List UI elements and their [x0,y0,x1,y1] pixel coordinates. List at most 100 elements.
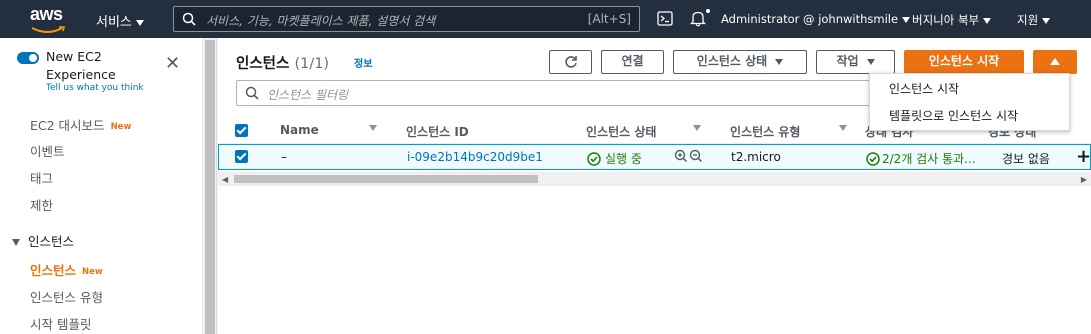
sidebar-item-events[interactable]: 이벤트 [30,141,65,160]
table-row[interactable]: – i-09e2b14b9c20d9be1 실행 중 t2.micro 2/2개… [218,144,1091,170]
caret-down-icon [12,239,20,246]
new-experience-title: New EC2 Experience [46,49,116,82]
support-menu[interactable]: 지원 [1017,12,1051,28]
cell-status-check: 2/2개 검사 통과... [866,150,976,167]
caret-down-icon [866,58,875,65]
refresh-icon [564,56,577,68]
zoom-controls [674,149,704,166]
search-placeholder: 서비스, 기능, 마켓플레이스 제품, 설명서 검색 [206,14,436,28]
aws-smile-icon [31,26,66,33]
cell-instance-type: t2.micro [731,150,781,164]
sidebar-item-label: 태그 [30,171,54,186]
instance-state-label: 인스턴스 상태 [696,54,768,68]
state-label: 실행 중 [605,152,642,166]
column-name[interactable]: Name [280,123,319,137]
chevron-down-icon [902,16,911,23]
status-check-label: 2/2개 검사 통과... [882,152,976,166]
menu-item-launch-from-template[interactable]: 템플릿으로 인스턴스 시작 [889,107,1018,124]
instance-count: (1/1) [294,56,330,72]
new-badge: New [110,121,132,132]
sidebar-item-label: 인스턴스 유형 [30,290,103,305]
sidebar-item-launch-templates[interactable]: 시작 템플릿 [30,314,91,333]
top-nav: aws 서비스 서비스, 기능, 마켓플레이스 제품, 설명서 검색 [Alt+… [0,0,1091,38]
launch-instances-button[interactable]: 인스턴스 시작 [904,50,1024,74]
filter-placeholder: 인스턴스 필터링 [267,88,349,102]
new-experience-toggle[interactable] [17,52,39,64]
sidebar-section-instances[interactable]: 인스턴스 [12,231,74,250]
aws-logo[interactable]: aws [30,4,70,33]
launch-dropdown-menu: 인스턴스 시작 템플릿으로 인스턴스 시작 [869,73,1070,131]
new-badge: New [82,266,103,277]
table-horizontal-scrollbar[interactable]: ◀ ▶ [218,172,1091,186]
page-title: 인스턴스 (1/1) [236,52,329,73]
scroll-right-icon[interactable]: ▶ [1081,175,1087,184]
select-all-checkbox[interactable] [235,124,248,137]
launch-dropdown-toggle[interactable] [1033,50,1077,74]
connect-button[interactable]: 연결 [601,50,664,74]
cell-state: 실행 중 [587,150,642,167]
search-icon [182,12,196,26]
row-checkbox[interactable] [235,150,248,163]
scrollbar-thumb[interactable] [234,175,538,183]
chevron-down-icon [983,17,992,24]
account-label: Administrator @ johnwithsmile [721,12,899,26]
sidebar-item-label: 제한 [30,198,54,213]
instance-id-link[interactable]: i-09e2b14b9c20d9be1 [407,150,543,164]
region-menu[interactable]: 버지니아 북부 [912,12,992,28]
search-input[interactable]: 서비스, 기능, 마켓플레이스 제품, 설명서 검색 [Alt+S] [173,6,640,32]
launch-instances-label: 인스턴스 시작 [928,54,1000,68]
actions-label: 작업 [836,54,859,68]
connect-label: 연결 [621,54,644,68]
column-instance-id[interactable]: 인스턴스 ID [406,123,469,140]
column-instance-state[interactable]: 인스턴스 상태 [586,123,656,140]
sidebar-item-label: 인스턴스 [30,263,77,278]
search-shortcut: [Alt+S] [587,12,631,26]
sidebar-item-label: EC2 대시보드 [30,118,105,133]
cell-name: – [281,150,287,164]
page-title-text: 인스턴스 [236,56,290,72]
check-circle-icon [866,152,880,166]
instance-filter-input[interactable]: 인스턴스 필터링 [236,80,876,106]
sidebar-item-label: 시작 템플릿 [30,317,92,332]
sidebar-item-label: 이벤트 [30,144,65,159]
refresh-button[interactable] [549,50,592,74]
column-instance-type[interactable]: 인스턴스 유형 [730,123,800,140]
chevron-down-icon [1042,17,1051,24]
search-icon [245,86,259,100]
zoom-in-out-icon[interactable] [674,149,704,163]
feedback-link[interactable]: Tell us what you think [46,83,144,93]
scroll-left-icon[interactable]: ◀ [222,175,228,184]
sidebar-item-instance-types[interactable]: 인스턴스 유형 [30,287,103,306]
cell-alarm-status: 경보 없음 [1002,152,1050,166]
sidebar-item-tags[interactable]: 태그 [30,168,53,187]
info-link[interactable]: 정보 [354,55,372,70]
plus-icon[interactable]: + [1076,146,1091,167]
aws-logo-text: aws [30,4,63,24]
sidebar-item-limits[interactable]: 제한 [30,195,53,214]
caret-up-icon [1050,58,1060,65]
cloudshell-icon[interactable] [657,11,673,26]
region-label: 버지니아 북부 [912,13,980,27]
services-label: 서비스 [96,15,132,30]
sort-icon[interactable] [693,125,701,131]
sidebar-item-instances[interactable]: 인스턴스 New [30,260,103,279]
menu-item-launch-instance[interactable]: 인스턴스 시작 [889,80,959,97]
sidebar-scrollbar[interactable] [203,38,217,334]
sidebar: New EC2 Experience Tell us what you thin… [0,38,203,334]
account-menu[interactable]: Administrator @ johnwithsmile [721,12,911,26]
chevron-down-icon [135,19,144,26]
services-menu[interactable]: 서비스 [96,11,144,30]
scrollbar-thumb[interactable] [205,40,215,334]
close-icon[interactable]: ✕ [165,55,180,73]
notification-dot [706,9,710,13]
check-circle-icon [587,152,601,166]
sidebar-section-label: 인스턴스 [28,234,75,249]
sort-icon[interactable] [369,125,377,131]
caret-down-icon [775,58,784,65]
instance-state-button[interactable]: 인스턴스 상태 [673,50,807,74]
bell-icon[interactable] [690,10,706,27]
sort-icon[interactable] [839,125,847,131]
actions-button[interactable]: 작업 [816,50,895,74]
support-label: 지원 [1017,13,1039,27]
sidebar-item-dashboard[interactable]: EC2 대시보드 New [30,115,131,134]
